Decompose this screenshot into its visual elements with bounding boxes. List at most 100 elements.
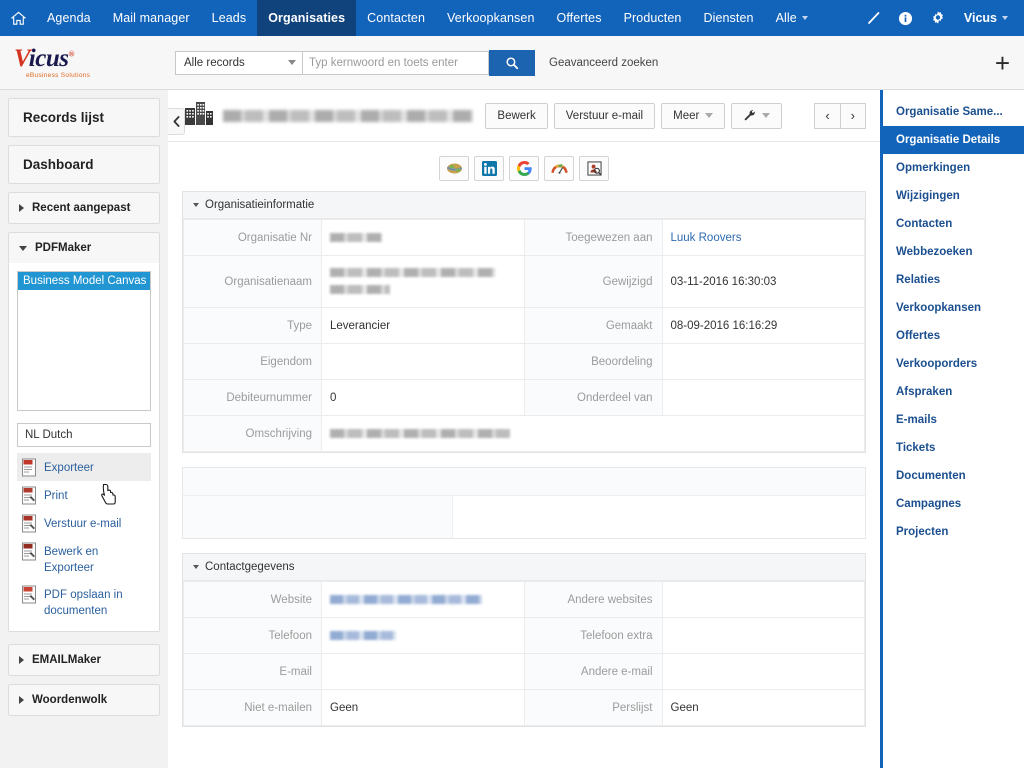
field-label-text: Type xyxy=(287,319,312,332)
organisation-information-title: Organisatieinformatie xyxy=(205,199,315,211)
field-value[interactable]: 0 xyxy=(321,379,525,416)
sidebar-section-emailmaker[interactable]: EMAILMaker xyxy=(8,644,160,676)
field-value[interactable] xyxy=(321,617,525,654)
related-nav-item-label: Wijzigingen xyxy=(896,190,960,202)
related-nav-item-e-mails[interactable]: E-mails xyxy=(883,406,1024,434)
field-value[interactable] xyxy=(661,617,865,654)
field-value[interactable] xyxy=(321,581,525,618)
pdf-action-exporteer[interactable]: Exporteer xyxy=(17,453,151,481)
advanced-search-link[interactable]: Geavanceerd zoeken xyxy=(549,57,658,69)
pdf-action-verstuur-e-mail[interactable]: Verstuur e-mail xyxy=(17,509,151,537)
nav-item-diensten[interactable]: Diensten xyxy=(692,0,764,36)
record-scope-select[interactable]: Alle records xyxy=(175,50,303,75)
field-label-text: Niet e-mailen xyxy=(244,701,312,714)
info-icon[interactable] xyxy=(892,0,920,36)
sidebar-section-woordenwolk[interactable]: Woordenwolk xyxy=(8,684,160,716)
sidebar-item-records-list[interactable]: Records lijst xyxy=(8,98,160,137)
field-value[interactable] xyxy=(321,415,865,452)
field-value[interactable] xyxy=(661,379,865,416)
field-value[interactable]: Luuk Roovers xyxy=(661,219,865,256)
nav-item-contacten[interactable]: Contacten xyxy=(356,0,436,36)
pdf-action-bewerk-en-exporteer[interactable]: Bewerk en Exporteer xyxy=(17,537,151,580)
related-nav-item-verkooporders[interactable]: Verkooporders xyxy=(883,350,1024,378)
home-icon[interactable] xyxy=(0,0,36,36)
pdf-action-label: Print xyxy=(44,490,68,502)
pdfmaker-template-list[interactable]: Business Model Canvas (A xyxy=(17,271,151,411)
nav-item-producten[interactable]: Producten xyxy=(613,0,693,36)
search-input[interactable] xyxy=(303,50,489,75)
related-nav-item-label: Documenten xyxy=(896,470,966,482)
search-button[interactable] xyxy=(489,49,535,76)
gauge-icon[interactable] xyxy=(544,156,574,181)
sidebar-item-dashboard[interactable]: Dashboard xyxy=(8,145,160,184)
nav-item-organisaties[interactable]: Organisaties xyxy=(257,0,357,36)
field-value[interactable]: 03-11-2016 16:30:03 xyxy=(661,255,865,308)
field-value[interactable] xyxy=(661,343,865,380)
pdfmaker-header[interactable]: PDFMaker xyxy=(9,233,159,263)
related-nav-item-opmerkingen[interactable]: Opmerkingen xyxy=(883,154,1024,182)
sidebar-section-recent[interactable]: Recent aangepast xyxy=(8,192,160,224)
vicus-logo[interactable]: Vicus® eBusiness Solutions xyxy=(0,46,160,79)
field-value[interactable] xyxy=(661,653,865,690)
related-nav-item-organisatie-details[interactable]: Organisatie Details xyxy=(883,126,1024,154)
list-item[interactable]: Business Model Canvas (A xyxy=(18,272,150,290)
field-value[interactable] xyxy=(321,255,525,308)
related-nav-item-contacten[interactable]: Contacten xyxy=(883,210,1024,238)
related-nav-item-documenten[interactable]: Documenten xyxy=(883,462,1024,490)
nav-item-verkoopkansen[interactable]: Verkoopkansen xyxy=(436,0,545,36)
nav-item-agenda[interactable]: Agenda xyxy=(36,0,102,36)
globe-icon[interactable] xyxy=(439,156,469,181)
pdf-action-pdf-opslaan-in-documenten[interactable]: PDF opslaan in documenten xyxy=(17,580,151,623)
chevron-left-icon xyxy=(173,116,179,127)
related-nav-item-organisatie-same[interactable]: Organisatie Same... xyxy=(883,98,1024,126)
user-menu[interactable]: Vicus xyxy=(956,11,1014,25)
related-nav-item-relaties[interactable]: Relaties xyxy=(883,266,1024,294)
pdf-action-print[interactable]: Print xyxy=(17,481,151,509)
contact-details-header[interactable]: Contactgegevens xyxy=(183,554,865,581)
language-input[interactable] xyxy=(17,423,151,447)
field-value[interactable]: 08-09-2016 16:16:29 xyxy=(661,307,865,344)
emailmaker-header[interactable]: EMAILMaker xyxy=(9,645,159,675)
nav-item-offertes[interactable]: Offertes xyxy=(546,0,613,36)
send-email-button[interactable]: Verstuur e-mail xyxy=(553,102,656,129)
field-value[interactable] xyxy=(321,343,525,380)
assigned-user-link[interactable]: Luuk Roovers xyxy=(671,232,742,244)
search-icon xyxy=(506,56,519,69)
related-nav-item-wijzigingen[interactable]: Wijzigingen xyxy=(883,182,1024,210)
gear-icon[interactable] xyxy=(924,0,952,36)
related-nav-item-tickets[interactable]: Tickets xyxy=(883,434,1024,462)
nav-item-alle[interactable]: Alle xyxy=(765,0,814,36)
related-nav-item-campagnes[interactable]: Campagnes xyxy=(883,490,1024,518)
edit-button[interactable]: Bewerk xyxy=(485,102,548,129)
woordenwolk-header[interactable]: Woordenwolk xyxy=(9,685,159,715)
related-nav-item-webbezoeken[interactable]: Webbezoeken xyxy=(883,238,1024,266)
sidebar-collapse-toggle[interactable] xyxy=(168,108,185,135)
recent-header[interactable]: Recent aangepast xyxy=(9,193,159,223)
blank-block-value-cell xyxy=(453,496,865,538)
redacted-value xyxy=(330,630,396,640)
add-record-button[interactable]: + xyxy=(995,50,1010,76)
related-nav-item-projecten[interactable]: Projecten xyxy=(883,518,1024,546)
person-search-icon[interactable] xyxy=(579,156,609,181)
more-button[interactable]: Meer xyxy=(661,102,726,129)
google-icon[interactable] xyxy=(509,156,539,181)
nav-item-mail-manager[interactable]: Mail manager xyxy=(102,0,201,36)
nav-item-leads[interactable]: Leads xyxy=(201,0,258,36)
field-value[interactable] xyxy=(321,219,525,256)
field-value[interactable]: Leverancier xyxy=(321,307,525,344)
previous-record-button[interactable]: ‹ xyxy=(814,102,840,129)
organisation-information-header[interactable]: Organisatieinformatie xyxy=(183,192,865,219)
pencil-icon[interactable] xyxy=(860,0,888,36)
pdfmaker-label: PDFMaker xyxy=(35,242,92,254)
field-value[interactable]: Geen xyxy=(661,689,865,726)
field-value[interactable]: Geen xyxy=(321,689,525,726)
linkedin-icon[interactable] xyxy=(474,156,504,181)
tools-button[interactable] xyxy=(731,102,783,129)
next-record-button[interactable]: › xyxy=(839,102,866,129)
contact-details-block: Contactgegevens Website Andere websites Te… xyxy=(182,553,866,727)
related-nav-item-afspraken[interactable]: Afspraken xyxy=(883,378,1024,406)
field-value[interactable] xyxy=(321,653,525,690)
field-value[interactable] xyxy=(661,581,865,618)
related-nav-item-verkoopkansen[interactable]: Verkoopkansen xyxy=(883,294,1024,322)
related-nav-item-offertes[interactable]: Offertes xyxy=(883,322,1024,350)
